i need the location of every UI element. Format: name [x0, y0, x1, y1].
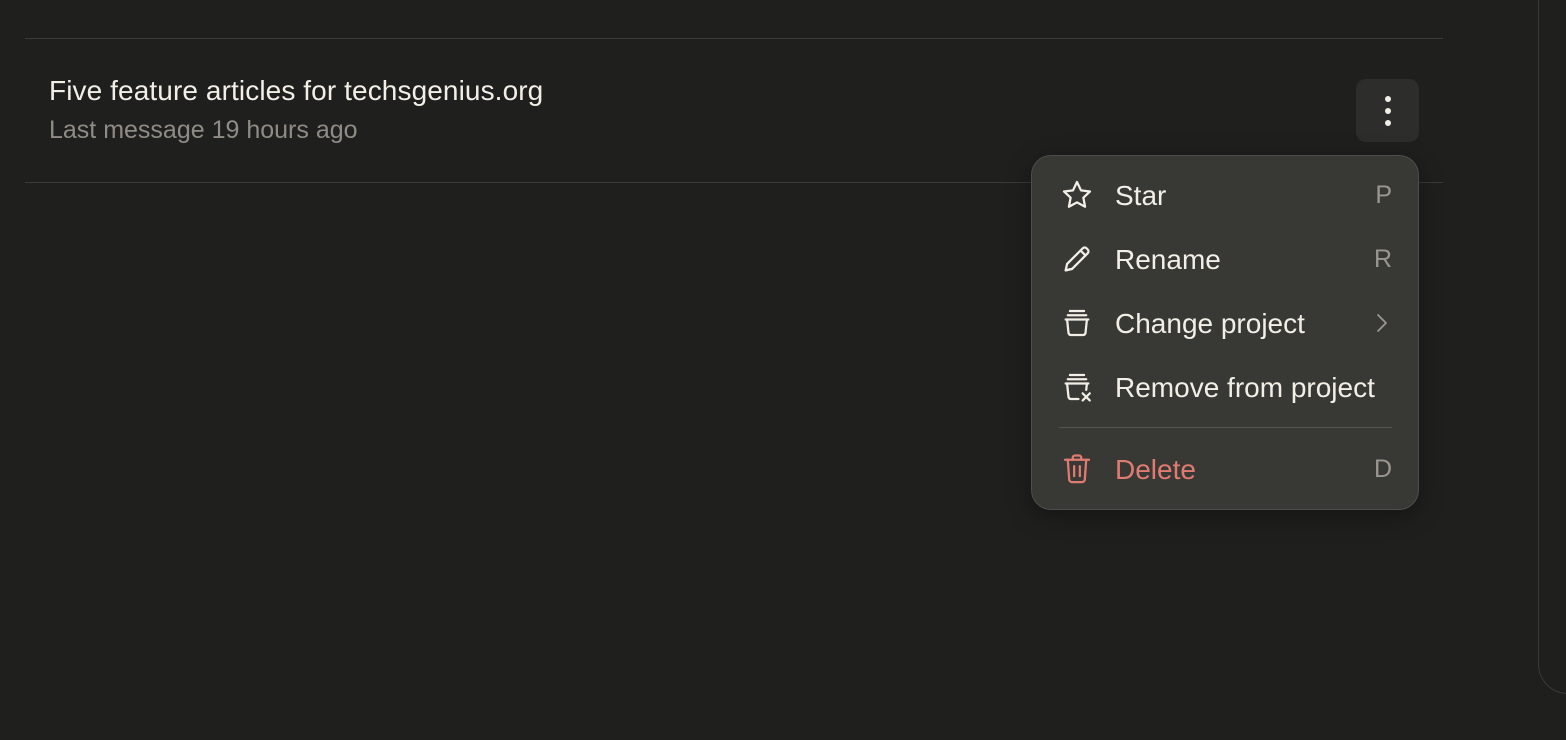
menu-item-change-project[interactable]: Change project [1044, 294, 1406, 352]
side-panel-edge [1538, 0, 1566, 694]
chat-last-message-time: Last message 19 hours ago [49, 116, 358, 144]
menu-item-remove-from-project[interactable]: Remove from project [1044, 358, 1406, 416]
keyboard-shortcut: R [1373, 245, 1392, 273]
pencil-icon [1060, 242, 1094, 276]
project-box-icon [1060, 306, 1094, 340]
chat-options-menu: Star P Rename R Change project Remove fr… [1031, 155, 1419, 510]
project-remove-icon [1060, 370, 1094, 404]
menu-item-label: Change project [1115, 308, 1305, 339]
keyboard-shortcut: D [1373, 455, 1392, 483]
menu-item-delete[interactable]: Delete D [1044, 440, 1406, 498]
trash-icon [1060, 452, 1094, 486]
menu-item-rename[interactable]: Rename R [1044, 230, 1406, 288]
menu-item-star[interactable]: Star P [1044, 166, 1406, 224]
star-icon [1060, 178, 1094, 212]
menu-item-label: Delete [1115, 454, 1196, 485]
chevron-right-icon [1377, 314, 1387, 332]
vertical-ellipsis-icon [1384, 95, 1391, 126]
menu-item-label: Remove from project [1115, 372, 1375, 403]
menu-separator [1059, 427, 1392, 428]
chat-title[interactable]: Five feature articles for techsgenius.or… [49, 75, 543, 107]
app-page: Five feature articles for techsgenius.or… [0, 0, 1566, 740]
menu-item-label: Rename [1115, 244, 1221, 275]
keyboard-shortcut: P [1375, 181, 1392, 209]
menu-item-label: Star [1115, 180, 1167, 211]
more-options-button[interactable] [1356, 79, 1419, 142]
